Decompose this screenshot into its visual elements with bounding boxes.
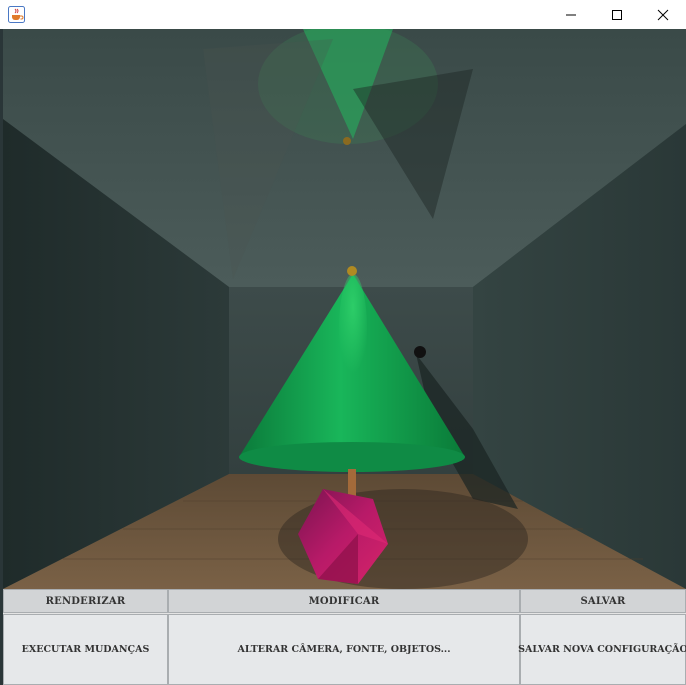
save-configuration-button[interactable]: SALVAR NOVA CONFIGURAÇÃO bbox=[518, 614, 686, 685]
render-viewport[interactable] bbox=[3, 29, 686, 589]
control-panel: RENDERIZAR EXECUTAR MUDANÇAS MODIFICAR A… bbox=[3, 589, 686, 685]
minimize-icon bbox=[566, 14, 576, 15]
window-titlebar[interactable] bbox=[0, 0, 686, 29]
maximize-icon bbox=[612, 9, 622, 20]
renderizar-header: RENDERIZAR bbox=[3, 589, 168, 613]
close-icon bbox=[657, 9, 669, 20]
maximize-button[interactable] bbox=[594, 0, 640, 29]
renderizar-column: RENDERIZAR EXECUTAR MUDANÇAS bbox=[3, 589, 168, 685]
close-button[interactable] bbox=[640, 0, 686, 29]
salvar-column: SALVAR SALVAR NOVA CONFIGURAÇÃO bbox=[518, 589, 686, 685]
modificar-header: MODIFICAR bbox=[168, 589, 520, 613]
modificar-column: MODIFICAR ALTERAR CÂMERA, FONTE, OBJETOS… bbox=[168, 589, 520, 685]
minimize-button[interactable] bbox=[548, 0, 594, 29]
salvar-header: SALVAR bbox=[520, 589, 686, 613]
modify-scene-button[interactable]: ALTERAR CÂMERA, FONTE, OBJETOS... bbox=[168, 614, 520, 685]
execute-changes-button[interactable]: EXECUTAR MUDANÇAS bbox=[3, 614, 168, 685]
rendered-scene bbox=[3, 29, 686, 589]
java-cup-icon bbox=[8, 6, 25, 23]
